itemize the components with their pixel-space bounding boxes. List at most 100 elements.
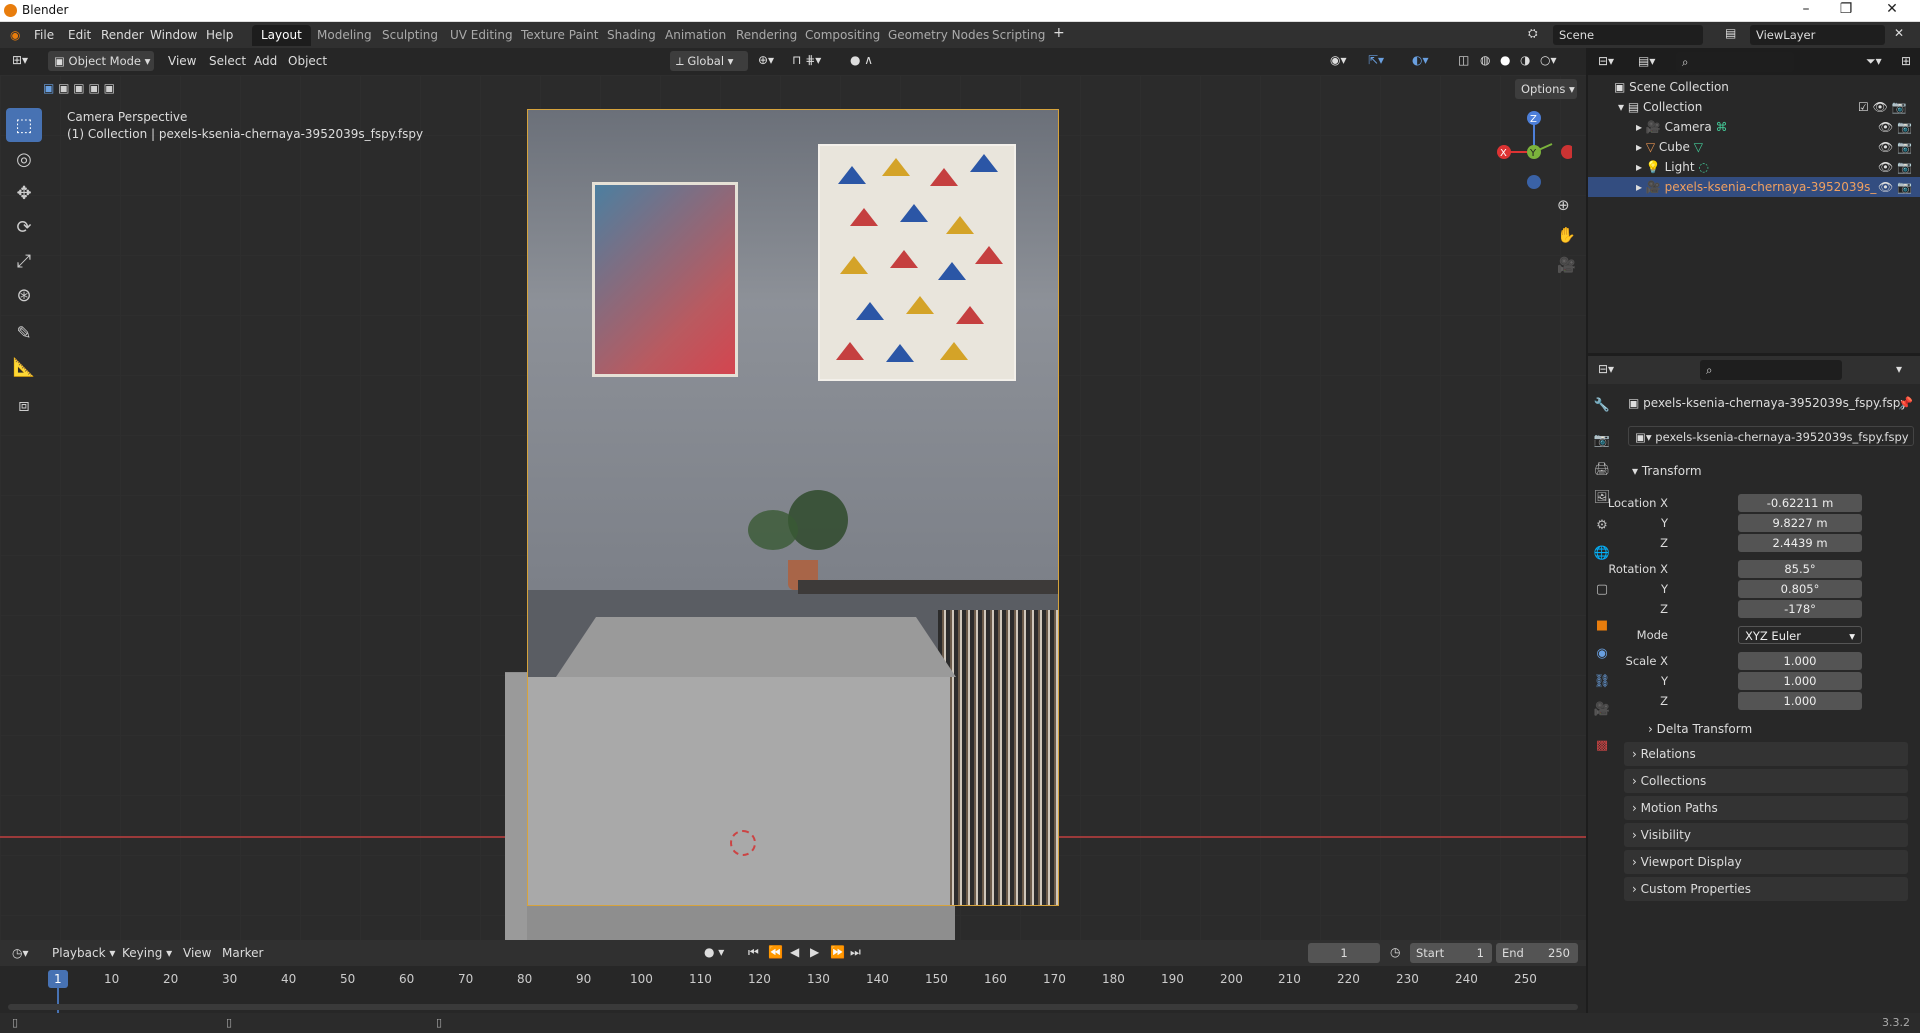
- location-z-field[interactable]: 2.4439 m: [1738, 534, 1862, 552]
- pan-hand-icon[interactable]: ✋: [1557, 226, 1576, 244]
- scale-z-field[interactable]: 1.000: [1738, 692, 1862, 710]
- options-dropdown[interactable]: Options ▾: [1515, 79, 1577, 99]
- tab-animation[interactable]: Animation: [656, 25, 735, 46]
- outliner-item-fspy[interactable]: ▸ 🎥 pexels-ksenia-chernaya-3952039s_ 👁 📷: [1588, 177, 1920, 197]
- jump-start-icon[interactable]: ⏮: [748, 945, 759, 960]
- overlays-icon[interactable]: ◐▾: [1412, 53, 1429, 67]
- location-y-field[interactable]: 9.8227 m: [1738, 514, 1862, 532]
- menu-keying[interactable]: Keying ▾: [122, 946, 172, 960]
- menu-add[interactable]: Add: [254, 54, 277, 68]
- object-tab-icon[interactable]: ■: [1592, 618, 1612, 638]
- zoom-icon[interactable]: ⊕: [1557, 196, 1570, 214]
- timeline-editor-icon[interactable]: ◷▾: [12, 946, 29, 960]
- prev-keyframe-icon[interactable]: ⏪: [768, 945, 783, 959]
- relations-panel[interactable]: › Relations: [1624, 742, 1908, 766]
- collections-panel[interactable]: › Collections: [1624, 769, 1908, 793]
- wireframe-shading-icon[interactable]: ◍: [1480, 53, 1490, 67]
- visibility-icon[interactable]: ◉▾: [1330, 53, 1347, 67]
- measure-tool-icon[interactable]: 📐: [6, 350, 42, 384]
- play-icon[interactable]: ▶: [810, 945, 819, 959]
- render-tab-icon[interactable]: 📷: [1592, 433, 1612, 453]
- rendered-shading-icon[interactable]: ○▾: [1540, 53, 1557, 67]
- scene-tab-icon[interactable]: ⚙: [1592, 518, 1612, 538]
- tab-scripting[interactable]: Scripting: [983, 25, 1054, 46]
- tab-geometry-nodes[interactable]: Geometry Nodes: [879, 25, 998, 46]
- transform-tool-icon[interactable]: ⊛: [6, 278, 42, 312]
- new-collection-icon[interactable]: ⊞: [1901, 54, 1911, 68]
- properties-editor-icon[interactable]: ⊟▾: [1598, 362, 1614, 376]
- preview-range-icon[interactable]: ◷: [1390, 945, 1400, 959]
- xray-icon[interactable]: ◫: [1458, 53, 1469, 67]
- current-frame-field[interactable]: 1: [1308, 943, 1380, 963]
- scale-x-field[interactable]: 1.000: [1738, 652, 1862, 670]
- jump-end-icon[interactable]: ⏭: [850, 945, 861, 960]
- maximize-icon[interactable]: ❐: [1826, 1, 1866, 17]
- menu-file[interactable]: File: [34, 28, 54, 42]
- display-mode-icon[interactable]: ▤▾: [1638, 54, 1655, 68]
- cursor-tool-icon[interactable]: ◎: [6, 142, 42, 176]
- view-layer-tab-icon[interactable]: 🖼: [1592, 490, 1612, 510]
- transform-orientation-dropdown[interactable]: ⟂ Global ▾: [670, 51, 748, 71]
- outliner-item-light[interactable]: ▸ 💡 Light ◌ 👁 📷: [1588, 157, 1920, 177]
- tab-texture-paint[interactable]: Texture Paint: [512, 25, 607, 46]
- snap-icon[interactable]: ⊓ ⋕▾: [792, 53, 821, 67]
- tool-tab-icon[interactable]: 🔧: [1592, 398, 1612, 418]
- tab-modeling[interactable]: Modeling: [308, 25, 381, 46]
- end-frame-field[interactable]: End 250: [1496, 943, 1578, 963]
- gizmo-icon[interactable]: ⇱▾: [1368, 53, 1384, 67]
- delta-transform-subpanel[interactable]: › Delta Transform: [1648, 722, 1752, 736]
- location-x-field[interactable]: -0.62211 m: [1738, 494, 1862, 512]
- constraints-tab-icon[interactable]: ⛓: [1592, 674, 1612, 694]
- outliner-editor-icon[interactable]: ⊟▾: [1598, 54, 1614, 68]
- editor-type-icon[interactable]: ⊞▾: [12, 53, 28, 67]
- menu-edit[interactable]: Edit: [68, 28, 91, 42]
- solid-shading-icon[interactable]: ●: [1500, 53, 1510, 67]
- outliner-item-cube[interactable]: ▸ ▽ Cube ▽ 👁 📷: [1588, 137, 1920, 157]
- minimize-icon[interactable]: –: [1786, 1, 1826, 17]
- tab-shading[interactable]: Shading: [598, 25, 665, 46]
- scale-tool-icon[interactable]: ⤢: [6, 244, 42, 278]
- view-layer-selector[interactable]: ViewLayer: [1750, 25, 1885, 45]
- proportional-edit-icon[interactable]: ● ∧: [850, 53, 873, 67]
- texture-tab-icon[interactable]: ▩: [1592, 738, 1612, 758]
- rotation-mode-dropdown[interactable]: XYZ Euler ▾: [1738, 626, 1862, 644]
- tab-compositing[interactable]: Compositing: [796, 25, 889, 46]
- scene-icon[interactable]: ⛭: [1528, 26, 1538, 41]
- collection-tab-icon[interactable]: ▢: [1592, 582, 1612, 602]
- visibility-panel[interactable]: › Visibility: [1624, 823, 1908, 847]
- menu-marker[interactable]: Marker: [222, 946, 263, 960]
- selection-mode-icons[interactable]: ▣ ▣ ▣ ▣ ▣: [43, 81, 139, 97]
- object-mode-dropdown[interactable]: ▣ Object Mode ▾: [48, 51, 154, 71]
- object-data-field[interactable]: ▣▾ pexels-ksenia-chernaya-3952039s_fspy.…: [1628, 426, 1914, 446]
- start-frame-field[interactable]: Start 1: [1410, 943, 1492, 963]
- custom-properties-panel[interactable]: › Custom Properties: [1624, 877, 1908, 901]
- pin-icon[interactable]: 📌: [1898, 396, 1913, 410]
- data-tab-icon[interactable]: 🎥: [1592, 702, 1612, 722]
- menu-window[interactable]: Window: [150, 28, 197, 42]
- world-tab-icon[interactable]: 🌐: [1592, 546, 1612, 566]
- add-workspace-icon[interactable]: +: [1053, 25, 1065, 41]
- play-reverse-icon[interactable]: ◀: [790, 945, 799, 959]
- next-keyframe-icon[interactable]: ⏩: [830, 945, 845, 959]
- blender-menu-icon[interactable]: ◉: [10, 28, 20, 42]
- timeline-scrollbar[interactable]: [8, 1004, 1578, 1010]
- add-cube-tool-icon[interactable]: ⧈: [6, 388, 42, 422]
- menu-timeline-view[interactable]: View: [183, 946, 211, 960]
- material-shading-icon[interactable]: ◑: [1520, 53, 1530, 67]
- physics-tab-icon[interactable]: ◉: [1592, 646, 1612, 666]
- tab-sculpting[interactable]: Sculpting: [373, 25, 447, 46]
- menu-object[interactable]: Object: [288, 54, 327, 68]
- tab-uv-editing[interactable]: UV Editing: [441, 25, 522, 46]
- rotation-x-field[interactable]: 85.5°: [1738, 560, 1862, 578]
- scale-y-field[interactable]: 1.000: [1738, 672, 1862, 690]
- move-tool-icon[interactable]: ✥: [6, 176, 42, 210]
- properties-options-icon[interactable]: ▾: [1896, 362, 1902, 376]
- viewport-display-panel[interactable]: › Viewport Display: [1624, 850, 1908, 874]
- tab-layout[interactable]: Layout: [252, 25, 311, 46]
- annotate-tool-icon[interactable]: ✎: [6, 316, 42, 350]
- motion-paths-panel[interactable]: › Motion Paths: [1624, 796, 1908, 820]
- camera-view-icon[interactable]: 🎥: [1557, 256, 1576, 274]
- record-icon[interactable]: ● ▾: [704, 945, 724, 959]
- properties-search-input[interactable]: ⌕: [1700, 360, 1842, 380]
- filter-icon[interactable]: ⏷▾: [1866, 54, 1882, 69]
